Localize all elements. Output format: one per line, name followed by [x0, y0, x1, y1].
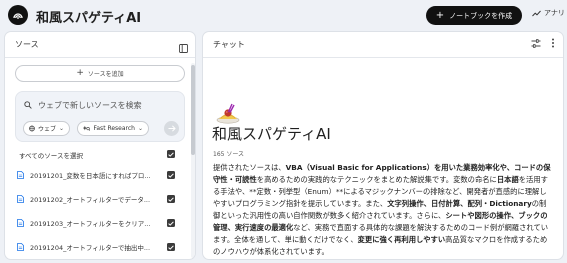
- more-vert-icon[interactable]: [551, 38, 555, 48]
- select-all-label: すべてのソースを選択: [19, 152, 83, 160]
- source-item[interactable]: 20191201_変数を日本語にすればプロ...: [17, 168, 187, 182]
- tune-settings-icon[interactable]: [531, 38, 541, 48]
- source-checkbox[interactable]: [167, 219, 175, 227]
- sources-panel: ソース + ソースを追加 ウェブで新しいソースを検索 ウェブ ⌄ Fast Re…: [4, 31, 196, 260]
- trending-up-icon: [532, 10, 541, 16]
- sparkle-search-icon: [83, 125, 91, 131]
- globe-icon: [29, 125, 35, 132]
- analytics-button[interactable]: アナリ: [532, 8, 565, 18]
- web-chip-label: ウェブ: [37, 126, 56, 133]
- source-item[interactable]: 20191203_オートフィルターをクリア...: [17, 216, 187, 230]
- source-item-label: 20191201_変数を日本語にすればプロ...: [30, 172, 151, 180]
- chevron-down-icon: ⌄: [58, 125, 64, 132]
- search-icon: [24, 101, 32, 109]
- source-item[interactable]: 20191204_オートフィルターで抽出中...: [17, 240, 187, 254]
- chat-panel: チャット 和風スパゲティAI 165 ソース 提供されたソースは、VBA（Vis…: [202, 31, 564, 260]
- notebooklm-logo-icon[interactable]: [8, 5, 28, 25]
- source-item-label: 20191204_オートフィルターで抽出中...: [30, 244, 151, 252]
- check-icon: [168, 196, 174, 202]
- notebook-summary: 提供されたソースは、VBA（Visual Basic for Applicati…: [213, 162, 553, 258]
- collapse-panel-icon[interactable]: [179, 38, 188, 57]
- web-source-dropdown[interactable]: ウェブ ⌄: [23, 121, 70, 136]
- research-chip-label: Fast Research: [93, 125, 135, 132]
- summary-bold-text: 日本語: [496, 175, 519, 184]
- submit-search-button[interactable]: [164, 121, 179, 136]
- source-item-label: 20191203_オートフィルターをクリア...: [30, 220, 151, 228]
- arrow-right-icon: [168, 125, 176, 132]
- new-notebook-button[interactable]: + ノートブックを作成: [426, 6, 522, 25]
- document-icon: [17, 195, 24, 203]
- panel-divider: [5, 57, 195, 58]
- check-icon: [168, 172, 174, 178]
- sources-panel-title: ソース: [15, 40, 39, 49]
- source-count: 165 ソース: [213, 151, 245, 158]
- sources-scrollbar[interactable]: [191, 63, 195, 258]
- search-placeholder: ウェブで新しいソースを検索: [38, 100, 142, 110]
- chevron-down-icon: ⌄: [137, 125, 143, 132]
- top-bar: 和風スパゲティAI + ノートブックを作成 アナリ: [0, 0, 567, 31]
- new-notebook-label: ノートブックを作成: [449, 11, 513, 20]
- check-icon: [168, 220, 174, 226]
- document-icon: [17, 243, 24, 251]
- summary-bold-text: 文字列操作、日付計算、配列・Dictionary: [387, 199, 532, 208]
- plus-icon: +: [76, 68, 84, 78]
- document-icon: [17, 219, 24, 227]
- source-checkbox[interactable]: [167, 195, 175, 203]
- add-source-label: ソースを追加: [87, 71, 124, 78]
- summary-text: を高めるための実践的なテクニックをまとめた解説集です。変数の命名に: [256, 175, 497, 184]
- scrollbar-thumb[interactable]: [191, 65, 195, 155]
- analytics-label: アナリ: [544, 9, 565, 17]
- search-input[interactable]: ウェブで新しいソースを検索: [24, 98, 174, 112]
- source-checkbox[interactable]: [167, 171, 175, 179]
- summary-text: 提供されたソースは、: [213, 163, 286, 172]
- chat-panel-title: チャット: [213, 40, 245, 49]
- source-item[interactable]: 20191202_オートフィルターでデータ...: [17, 192, 187, 206]
- research-mode-dropdown[interactable]: Fast Research ⌄: [77, 121, 149, 136]
- chat-toolbar: [521, 38, 555, 48]
- check-icon: [168, 151, 174, 157]
- source-item-label: 20191202_オートフィルターでデータ...: [30, 196, 151, 204]
- source-checkbox[interactable]: [167, 243, 175, 251]
- panel-divider: [203, 57, 563, 58]
- plus-icon: +: [435, 9, 445, 21]
- select-all-checkbox[interactable]: [167, 150, 175, 158]
- document-icon: [17, 171, 24, 179]
- check-icon: [168, 244, 174, 250]
- add-source-button[interactable]: + ソースを追加: [15, 65, 185, 82]
- notebook-title: 和風スパゲティAI: [212, 125, 331, 143]
- web-source-search-box: ウェブで新しいソースを検索 ウェブ ⌄ Fast Research ⌄: [15, 91, 185, 142]
- summary-bold-text: 変更に強く再利用しやすい: [357, 235, 446, 244]
- app-title: 和風スパゲティAI: [36, 11, 142, 26]
